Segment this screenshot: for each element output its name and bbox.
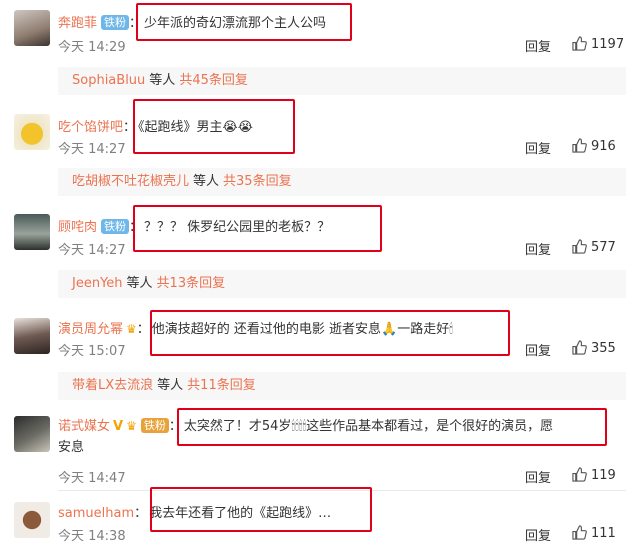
thumbs-up-icon [572,36,587,51]
thread-mid: 等人 [157,378,184,393]
comment-text-cont: 安息 [58,440,85,455]
colon: ： [168,419,182,434]
reply-button[interactable]: 回复 [525,525,551,544]
fan-badge: 铁粉 [101,15,130,30]
like-button[interactable]: 111 [572,525,616,541]
like-button[interactable]: 1197 [572,36,624,52]
timestamp: 今天 14:29 [58,40,126,55]
colon: ： [136,322,150,337]
thread-user[interactable]: 带着LX去流浪 [72,378,153,393]
thread-count[interactable]: 共11条回复 [187,378,256,393]
crown-icon: ♛ [126,419,137,433]
comment-text: 他演技超好的 还看过他的电影 逝者安息🙏一路走好🕯 [151,322,453,337]
avatar[interactable] [14,318,50,354]
reply-thread[interactable]: JeenYeh 等人 共13条回复 [58,270,626,298]
username[interactable]: 奔跑菲 [58,16,97,31]
fan-badge: 铁粉 [101,219,130,234]
username[interactable]: 演员周允幂 [58,322,123,337]
reply-button[interactable]: 回复 [525,36,551,55]
avatar[interactable] [14,114,50,150]
comment-text: ？？？ 侏罗纪公园里的老板？？ [144,220,331,235]
username[interactable]: 诺式媒女 [58,419,110,434]
timestamp: 今天 14:38 [58,529,126,544]
verified-icon: V [113,419,124,434]
timestamp: 今天 15:07 [58,344,126,359]
avatar[interactable] [14,10,50,46]
thread-count[interactable]: 共35条回复 [223,174,292,189]
like-count: 355 [591,341,616,356]
colon: ： [129,220,143,235]
like-button[interactable]: 916 [572,138,616,154]
thumbs-up-icon [572,467,587,482]
timestamp: 今天 14:47 [58,471,126,486]
like-count: 577 [591,240,616,255]
avatar[interactable] [14,416,50,452]
like-button[interactable]: 577 [572,239,616,255]
thumbs-up-icon [572,340,587,355]
reply-button[interactable]: 回复 [525,138,551,157]
thread-count[interactable]: 共45条回复 [179,73,248,88]
thread-mid: 等人 [126,276,153,291]
thread-user[interactable]: JeenYeh [72,276,123,291]
reply-button[interactable]: 回复 [525,239,551,258]
username[interactable]: 吃个馅饼吧 [58,120,123,135]
colon: ： [134,506,148,521]
like-button[interactable]: 119 [572,467,616,483]
reply-thread[interactable]: SophiaBluu 等人 共45条回复 [58,67,626,95]
username[interactable]: 顾咤肉 [58,220,97,235]
comment-text: 我去年还看了他的《起跑线》… [149,506,332,521]
fan-badge: 铁粉 [140,418,169,433]
avatar[interactable] [14,214,50,250]
colon: ： [129,16,143,31]
thread-user[interactable]: SophiaBluu [72,73,145,88]
reply-button[interactable]: 回复 [525,467,551,486]
like-button[interactable]: 355 [572,340,616,356]
timestamp: 今天 14:27 [58,142,126,157]
thread-mid: 等人 [149,73,176,88]
reply-button[interactable]: 回复 [525,340,551,359]
reply-thread[interactable]: 吃胡椒不吐花椒壳儿 等人 共35条回复 [58,168,626,196]
comment-text: 《起跑线》男主😭😭 [138,120,253,135]
username[interactable]: samuelham [58,506,134,521]
thread-count[interactable]: 共13条回复 [157,276,226,291]
comment-text: 太突然了！才54岁🕯🕯🕯🕯这些作品基本都看过，是个很好的演员，愿 [183,419,554,434]
comment-text: 少年派的奇幻漂流那个主人公吗 [144,16,327,31]
like-count: 1197 [591,37,625,52]
colon: ： [123,120,137,135]
reply-thread[interactable]: 带着LX去流浪 等人 共11条回复 [58,372,626,400]
like-count: 916 [591,139,616,154]
thread-mid: 等人 [193,174,220,189]
like-count: 119 [591,468,616,483]
thumbs-up-icon [572,525,587,540]
divider [58,490,626,491]
avatar[interactable] [14,502,50,538]
thread-user[interactable]: 吃胡椒不吐花椒壳儿 [72,174,189,189]
thumbs-up-icon [572,138,587,153]
thumbs-up-icon [572,239,587,254]
crown-icon: ♛ [126,322,137,336]
like-count: 111 [591,526,616,541]
timestamp: 今天 14:27 [58,243,126,258]
